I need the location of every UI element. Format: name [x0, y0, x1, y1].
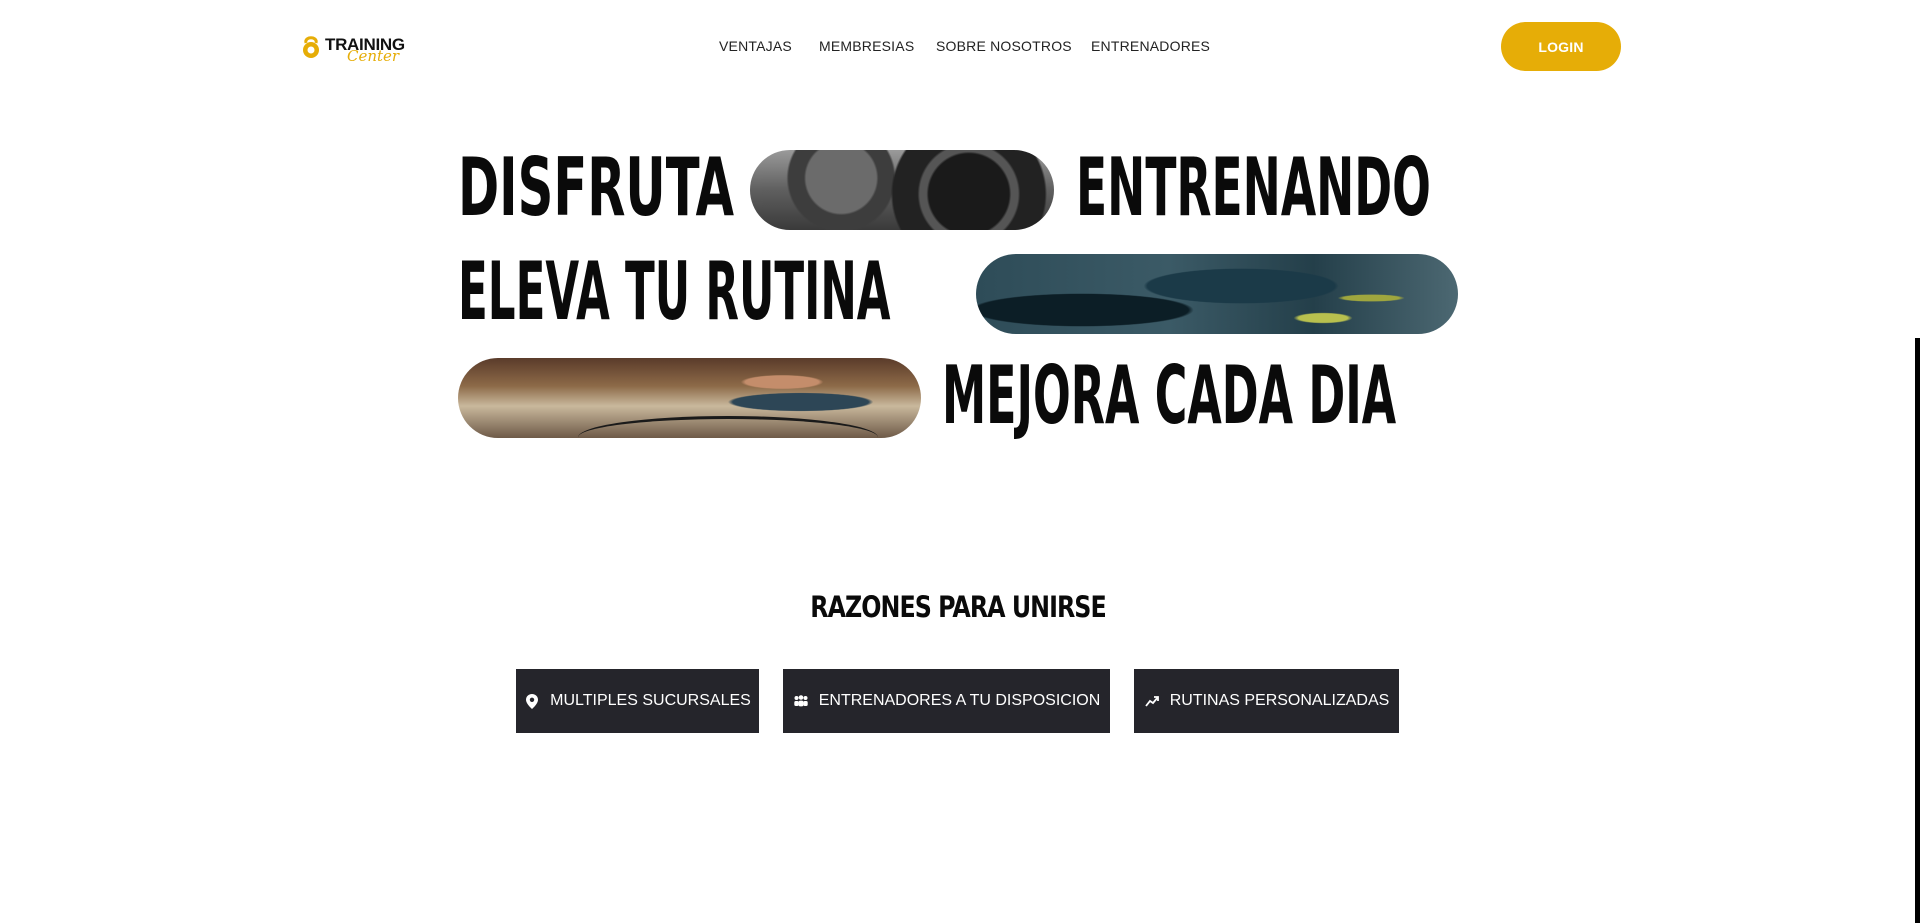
hero-text-mejora-cada-dia: MEJORA CADA DIA [942, 349, 1397, 442]
main-nav: VENTAJAS MEMBRESIAS SOBRE NOSOTROS ENTRE… [0, 38, 1920, 58]
reason-multiples-sucursales[interactable]: MULTIPLES SUCURSALES [516, 669, 759, 733]
hero-text-eleva-tu-rutina: ELEVA TU RUTINA [458, 245, 891, 338]
scrollbar[interactable] [1915, 338, 1920, 923]
hero-image-weights [750, 150, 1054, 230]
reason-label: ENTRENADORES A TU DISPOSICION [818, 692, 1101, 709]
reason-rutinas-personalizadas[interactable]: RUTINAS PERSONALIZADAS [1134, 669, 1399, 733]
hero-image-deadlift [976, 254, 1458, 334]
login-button[interactable]: LOGIN [1501, 22, 1621, 71]
hero-image-battle-ropes [458, 358, 921, 438]
nav-ventajas[interactable]: VENTAJAS [719, 38, 792, 54]
nav-entrenadores[interactable]: ENTRENADORES [1091, 38, 1210, 54]
reason-label: RUTINAS PERSONALIZADAS [1169, 692, 1390, 709]
hero-text-entrenando: ENTRENANDO [1076, 141, 1431, 234]
trend-up-icon [1144, 693, 1160, 709]
hero-text-disfruta: DISFRUTA [458, 141, 735, 234]
reason-entrenadores-disposicion[interactable]: ENTRENADORES A TU DISPOSICION [783, 669, 1110, 733]
users-icon [793, 693, 809, 709]
site-header: TRAINING Center VENTAJAS MEMBRESIAS SOBR… [0, 0, 1920, 94]
reason-label: MULTIPLES SUCURSALES [550, 692, 751, 709]
map-pin-icon [524, 693, 540, 709]
nav-sobre-nosotros[interactable]: SOBRE NOSOTROS [936, 38, 1072, 54]
nav-membresias[interactable]: MEMBRESIAS [819, 38, 914, 54]
reasons-title: RAZONES PARA UNIRSE [810, 590, 1106, 624]
